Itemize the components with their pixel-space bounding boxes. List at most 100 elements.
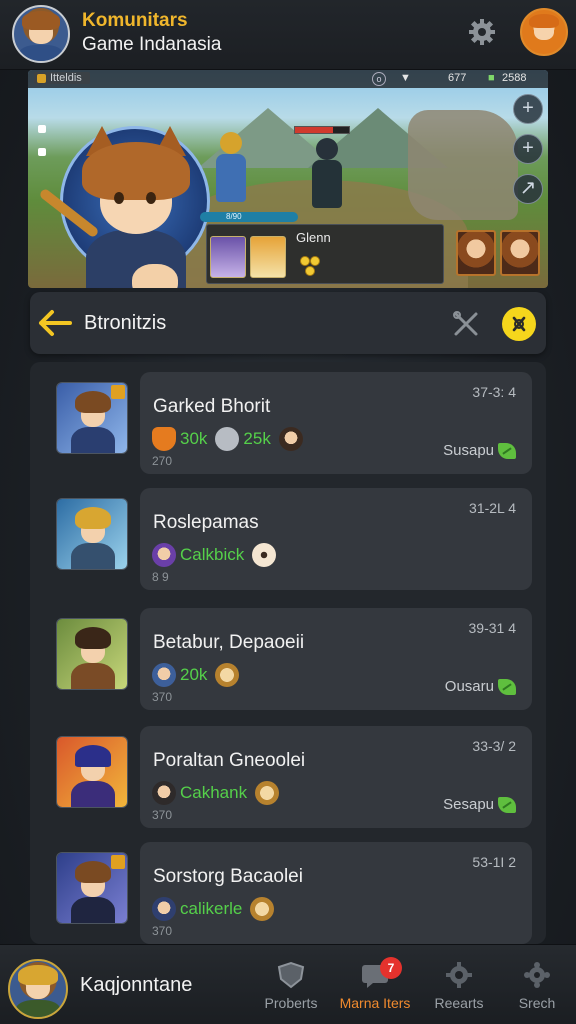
enemy-health-bar <box>294 126 350 134</box>
banner-stat-2: 2588 <box>502 72 527 84</box>
user-avatar[interactable] <box>8 959 68 1019</box>
back-button[interactable] <box>38 308 72 338</box>
item-name: Roslepamas <box>153 512 259 533</box>
stat-value: 20k <box>180 665 208 684</box>
close-button[interactable] <box>502 307 536 341</box>
item-card[interactable]: Sorstorg Bacaolei 53-1I 2 calikerle 370 <box>140 842 532 944</box>
tab-marna-iters[interactable]: 7 Marna Iters <box>338 957 412 1019</box>
coin-icon <box>310 256 320 266</box>
item-action-label: Susapu <box>443 442 494 459</box>
item-stats: 30k 25k <box>152 426 307 452</box>
profile-avatar[interactable] <box>520 8 568 56</box>
party-card-label: Glenn <box>296 230 331 245</box>
item-action[interactable]: Ousaru <box>445 678 516 695</box>
list-item[interactable]: Poraltan Gneoolei 33-3/ 2 Cakhank 370 Se… <box>30 716 546 828</box>
item-card[interactable]: Garked Bhorit 37-3: 4 30k 25k 270 Susapu <box>140 372 532 474</box>
item-thumbnail[interactable] <box>56 618 128 690</box>
stat-value: 30k <box>180 429 208 448</box>
tools-button[interactable] <box>452 310 480 338</box>
banner-stat-1: 677 <box>448 72 467 84</box>
banner-flag-icon: ▼ <box>400 72 411 84</box>
coin-icon <box>300 256 310 266</box>
ally-portrait[interactable] <box>500 230 540 276</box>
tab-srech[interactable]: Srech <box>500 961 574 1019</box>
item-name: Sorstorg Bacaolei <box>153 866 303 887</box>
banner-status-bar: Itteldis o ▼ 677 ■ 2588 <box>28 70 548 88</box>
shield-icon <box>277 961 305 989</box>
item-stats: 20k <box>152 662 243 688</box>
tab-label: Proberts <box>264 995 318 1011</box>
tab-label: Reearts <box>434 995 484 1011</box>
item-subtext: 370 <box>152 808 173 822</box>
item-stats: calikerle <box>152 896 278 922</box>
item-name: Poraltan Gneoolei <box>153 750 306 771</box>
zoom-in-button[interactable]: + <box>513 94 543 124</box>
settings-button[interactable] <box>464 14 500 50</box>
list-item[interactable]: Sorstorg Bacaolei 53-1I 2 calikerle 370 <box>30 832 546 944</box>
clock-icon <box>250 897 275 921</box>
tab-label: Srech <box>518 995 556 1011</box>
avatar-icon <box>278 427 303 451</box>
header-title: Komunitars <box>82 10 188 31</box>
avatar-icon <box>152 781 176 805</box>
community-avatar[interactable] <box>12 5 70 63</box>
battle-scene <box>208 124 378 224</box>
username-label: Kaqjonntane <box>80 974 193 996</box>
item-time: 31-2L 4 <box>469 500 516 516</box>
avatar-icon <box>152 897 176 921</box>
item-thumbnail[interactable] <box>56 498 128 570</box>
tab-proberts[interactable]: Proberts <box>254 961 328 1019</box>
item-card[interactable]: Roslepamas 31-2L 4 Calkbick 8 9 <box>140 488 532 590</box>
list-item[interactable]: Garked Bhorit 37-3: 4 30k 25k 270 Susapu <box>30 362 546 474</box>
item-subtext: 370 <box>152 924 173 938</box>
leaf-icon <box>498 442 516 459</box>
item-time: 39-31 4 <box>468 620 516 636</box>
item-time: 33-3/ 2 <box>472 738 516 754</box>
item-thumbnail[interactable] <box>56 382 128 454</box>
item-subtext: 8 9 <box>152 570 169 584</box>
tools-icon <box>453 311 478 336</box>
item-action-label: Sesapu <box>443 796 494 813</box>
list-item[interactable]: Betabur, Depaoeii 39-31 4 20k 370 Ousaru <box>30 598 546 710</box>
stat-value: 25k <box>243 429 271 448</box>
item-subtext: 270 <box>152 454 173 468</box>
clock-icon <box>215 663 240 687</box>
cog-icon <box>524 962 550 988</box>
item-subtext: 370 <box>152 690 173 704</box>
clock-icon <box>255 781 280 805</box>
banner-tab-label[interactable]: Itteldis <box>34 72 90 84</box>
bottom-navigation: Kaqjonntane Proberts 7 Marna Iters Reear… <box>0 944 576 1024</box>
item-action[interactable]: Susapu <box>443 442 516 459</box>
stat-value: Calkbick <box>180 545 245 564</box>
game-banner[interactable]: Itteldis o ▼ 677 ■ 2588 + + ↗ 8/90 Glenn <box>28 70 548 288</box>
add-button[interactable]: + <box>513 134 543 164</box>
attack-button[interactable]: ↗ <box>513 174 543 204</box>
item-thumbnail[interactable] <box>56 852 128 924</box>
list-item[interactable]: Roslepamas 31-2L 4 Calkbick 8 9 <box>30 478 546 590</box>
arrow-left-icon <box>39 310 72 336</box>
stat-value: calikerle <box>180 899 243 918</box>
item-action[interactable]: Sesapu <box>443 796 516 813</box>
helmet-icon <box>215 427 240 451</box>
item-action-label: Ousaru <box>444 678 494 695</box>
stat-value: Cakhank <box>180 783 248 802</box>
app-header: Komunitars Game Indanasia <box>0 0 576 70</box>
section-header: Btronitzis <box>30 292 546 354</box>
item-card[interactable]: Betabur, Depaoeii 39-31 4 20k 370 Ousaru <box>140 608 532 710</box>
coin-icon <box>305 266 315 276</box>
avatar-icon <box>152 663 176 687</box>
item-stats: Calkbick <box>152 542 280 568</box>
avatar-icon <box>152 543 176 567</box>
tab-reearts[interactable]: Reearts <box>422 961 496 1019</box>
item-thumbnail[interactable] <box>56 736 128 808</box>
mana-bar: 8/90 <box>200 212 298 222</box>
party-card[interactable] <box>250 236 286 278</box>
party-card[interactable] <box>210 236 246 278</box>
item-card[interactable]: Poraltan Gneoolei 33-3/ 2 Cakhank 370 Se… <box>140 726 532 828</box>
close-icon <box>512 316 526 332</box>
cookie-icon <box>252 543 277 567</box>
hero-portrait <box>38 116 210 288</box>
item-name: Betabur, Depaoeii <box>153 632 305 653</box>
ally-portrait[interactable] <box>456 230 496 276</box>
header-subtitle: Game Indanasia <box>82 34 222 55</box>
